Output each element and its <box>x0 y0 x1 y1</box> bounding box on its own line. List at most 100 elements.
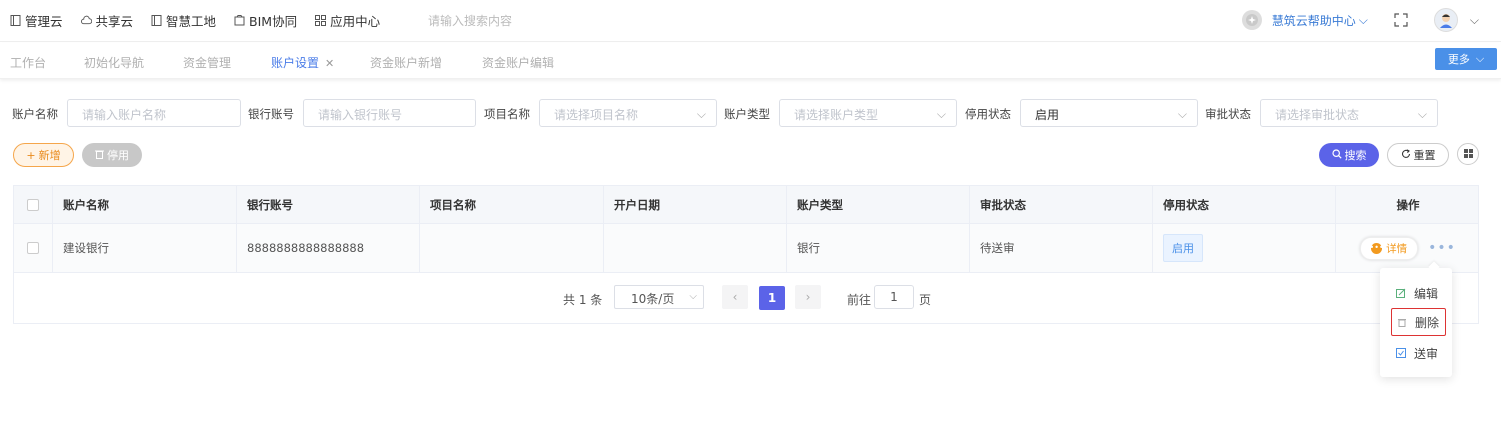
prev-page-button[interactable]: ‹ <box>722 285 748 309</box>
chevron-down-icon: ⌵ <box>689 291 697 302</box>
book-icon <box>151 15 162 26</box>
book-icon <box>10 15 21 26</box>
disable-button[interactable]: 停用 <box>82 143 142 167</box>
row-checkbox[interactable] <box>27 242 39 254</box>
detail-button[interactable]: ••• 详情 <box>1360 236 1419 260</box>
disable-label: 停用 <box>107 149 129 162</box>
search-icon <box>1331 148 1342 162</box>
accounts-table: 账户名称 银行账号 项目名称 开户日期 账户类型 审批状态 停用状态 操作 建设… <box>13 185 1479 324</box>
topnav-item-label: 智慧工地 <box>166 14 217 29</box>
add-button[interactable]: + 新增 <box>13 143 74 167</box>
topnav-item-bim[interactable]: BIM协同 <box>234 11 297 30</box>
tab-bar: 工作台 初始化导航 资金管理 账户设置 ✕ 资金账户新增 资金账户编辑 更多 ⌵ <box>0 43 1501 79</box>
chevron-down-icon: ⌵ <box>936 107 946 121</box>
refresh-icon <box>1401 148 1411 162</box>
help-center-link[interactable]: 慧筑云帮助中心 ⌵ <box>1272 12 1368 29</box>
chevron-down-icon: ⌵ <box>1417 107 1427 121</box>
topnav-item-smart-site[interactable]: 智慧工地 <box>151 11 216 30</box>
disable-status-select[interactable]: 启用 ⌵ <box>1020 99 1198 127</box>
help-center-label: 慧筑云帮助中心 <box>1271 13 1356 28</box>
cell-bank-account: 8888888888888888 <box>237 224 420 272</box>
row-actions-dropdown: 编辑 删除 送审 <box>1380 268 1452 377</box>
menu-item-delete[interactable]: 删除 <box>1391 308 1446 336</box>
menu-item-submit[interactable]: 送审 <box>1391 339 1446 367</box>
close-icon[interactable]: ✕ <box>325 57 334 70</box>
tab-init-nav[interactable]: 初始化导航 <box>84 54 144 71</box>
table-row: 建设银行 8888888888888888 银行 待送审 启用 ••• 详情 ••… <box>14 224 1478 273</box>
detail-label: 详情 <box>1386 242 1408 255</box>
trash-icon <box>1397 317 1407 327</box>
user-avatar[interactable] <box>1433 8 1458 32</box>
search-button[interactable]: 搜索 <box>1319 143 1379 167</box>
approval-status-select[interactable]: 请选择审批状态 ⌵ <box>1260 99 1438 127</box>
goto-page-input[interactable]: 1 <box>874 285 914 309</box>
select-placeholder: 请选择审批状态 <box>1275 108 1360 122</box>
select-all-checkbox[interactable] <box>27 198 39 211</box>
column-settings-button[interactable] <box>1457 143 1479 165</box>
global-search-input[interactable]: 请输入搜索内容 <box>428 12 512 29</box>
page-size-select[interactable]: 10条/页 ⌵ <box>614 285 704 309</box>
account-name-input[interactable]: 请输入账户名称 <box>67 99 241 127</box>
filter-label: 停用状态 <box>965 107 1011 121</box>
more-actions-icon[interactable]: ••• <box>1428 240 1456 256</box>
menu-item-edit[interactable]: 编辑 <box>1391 279 1446 307</box>
tab-account-settings[interactable]: 账户设置 ✕ <box>271 54 334 71</box>
pagination: 共 1 条 10条/页 ⌵ ‹ 1 › 前往 1 页 <box>14 273 1478 323</box>
search-label: 搜索 <box>1344 149 1367 162</box>
topnav-item-shared-cloud[interactable]: 共享云 <box>80 11 134 30</box>
box-icon <box>234 15 245 26</box>
account-type-select[interactable]: 请选择账户类型 ⌵ <box>779 99 957 127</box>
cell-actions: ••• 详情 ••• <box>1336 224 1480 272</box>
select-placeholder: 请选择账户类型 <box>794 108 879 122</box>
topnav-item-label: BIM协同 <box>249 14 298 29</box>
chevron-down-icon: ⌵ <box>1475 52 1485 65</box>
reset-button[interactable]: 重置 <box>1387 143 1449 167</box>
help-center-avatar-icon <box>1241 10 1262 30</box>
filter-label: 审批状态 <box>1205 107 1251 121</box>
add-label: 新增 <box>38 149 61 162</box>
edit-icon <box>1396 288 1406 298</box>
tab-workbench[interactable]: 工作台 <box>10 54 46 71</box>
trash-icon <box>95 149 104 162</box>
bank-account-input[interactable]: 请输入银行账号 <box>303 99 476 127</box>
reset-label: 重置 <box>1413 149 1436 162</box>
chevron-left-icon: ‹ <box>732 290 738 304</box>
grid-icon <box>1463 147 1473 161</box>
tab-fund-management[interactable]: 资金管理 <box>183 54 231 71</box>
project-name-select[interactable]: 请选择项目名称 ⌵ <box>539 99 717 127</box>
tab-label: 账户设置 <box>271 56 320 70</box>
page-number-current[interactable]: 1 <box>759 286 785 310</box>
topnav-item-label: 应用中心 <box>330 14 381 29</box>
topnav-item-label: 共享云 <box>95 14 134 29</box>
cell-project-name <box>420 224 604 272</box>
chevron-down-icon[interactable]: ⌵ <box>1470 13 1479 28</box>
submit-icon <box>1396 348 1406 358</box>
status-badge: 启用 <box>1163 234 1203 262</box>
topnav-item-app-center[interactable]: 应用中心 <box>315 11 380 30</box>
row-checkbox-cell <box>14 224 53 272</box>
cell-account-name: 建设银行 <box>53 224 237 272</box>
table-header: 账户名称 银行账号 项目名称 开户日期 账户类型 审批状态 停用状态 操作 <box>14 186 1478 224</box>
column-header: 项目名称 <box>420 186 604 223</box>
cell-approval-status: 待送审 <box>970 224 1153 272</box>
fullscreen-icon[interactable] <box>1394 13 1408 27</box>
grid-icon <box>315 15 327 26</box>
page-suffix: 页 <box>919 293 932 307</box>
topnav-item-management-cloud[interactable]: 管理云 <box>10 11 63 30</box>
menu-item-label: 删除 <box>1415 315 1440 330</box>
page-size-value: 10条/页 <box>631 292 675 306</box>
tab-fund-account-add[interactable]: 资金账户新增 <box>370 54 442 71</box>
filter-label: 账户名称 <box>12 107 58 121</box>
cell-disable-status: 启用 <box>1153 224 1336 272</box>
menu-item-label: 编辑 <box>1414 286 1439 301</box>
chevron-right-icon: › <box>805 290 811 304</box>
plus-icon: + <box>26 148 36 162</box>
next-page-button[interactable]: › <box>795 285 821 309</box>
more-tabs-button[interactable]: 更多 ⌵ <box>1435 48 1497 70</box>
column-header: 账户类型 <box>787 186 970 223</box>
select-value: 启用 <box>1035 108 1060 122</box>
column-header: 账户名称 <box>53 186 237 223</box>
tab-fund-account-edit[interactable]: 资金账户编辑 <box>482 54 554 71</box>
select-placeholder: 请选择项目名称 <box>554 108 639 122</box>
column-header: 银行账号 <box>237 186 420 223</box>
